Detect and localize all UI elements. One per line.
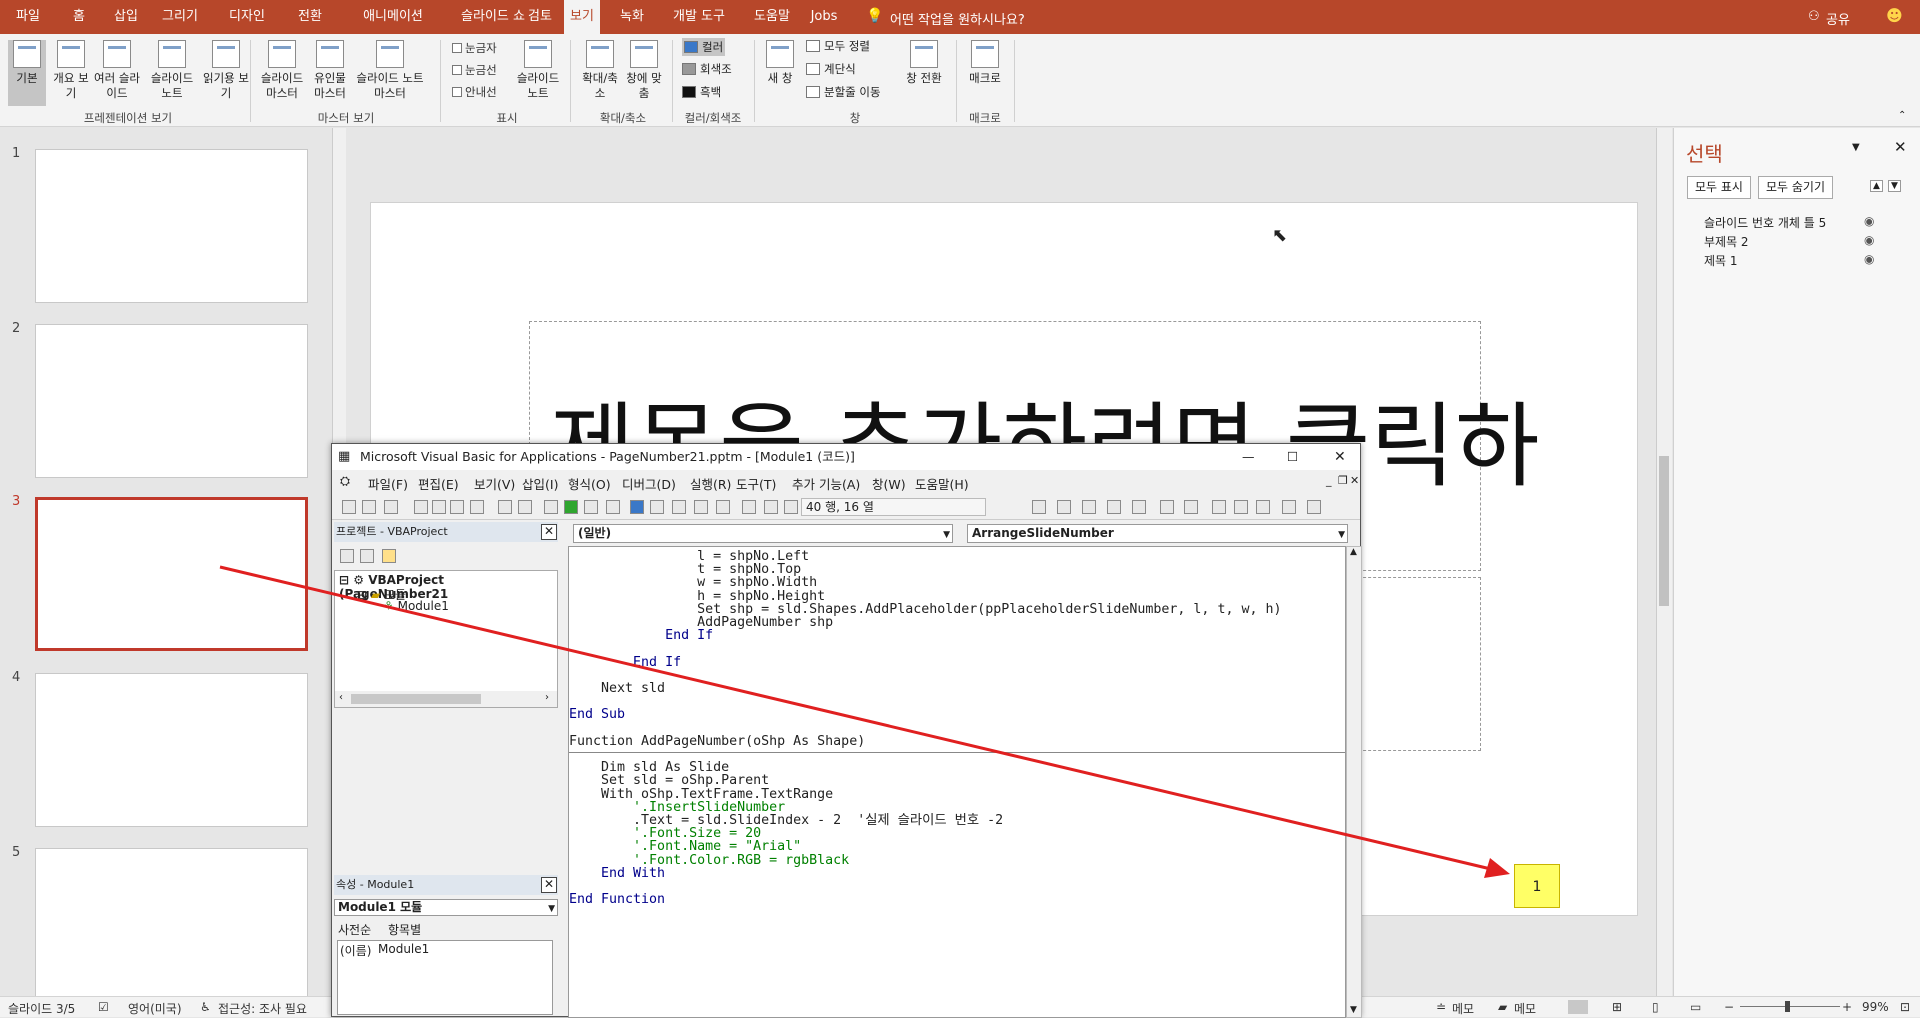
red-arrow-annotation (219, 565, 1510, 878)
arrow-head (1484, 858, 1510, 878)
arrow-line (219, 565, 1496, 872)
